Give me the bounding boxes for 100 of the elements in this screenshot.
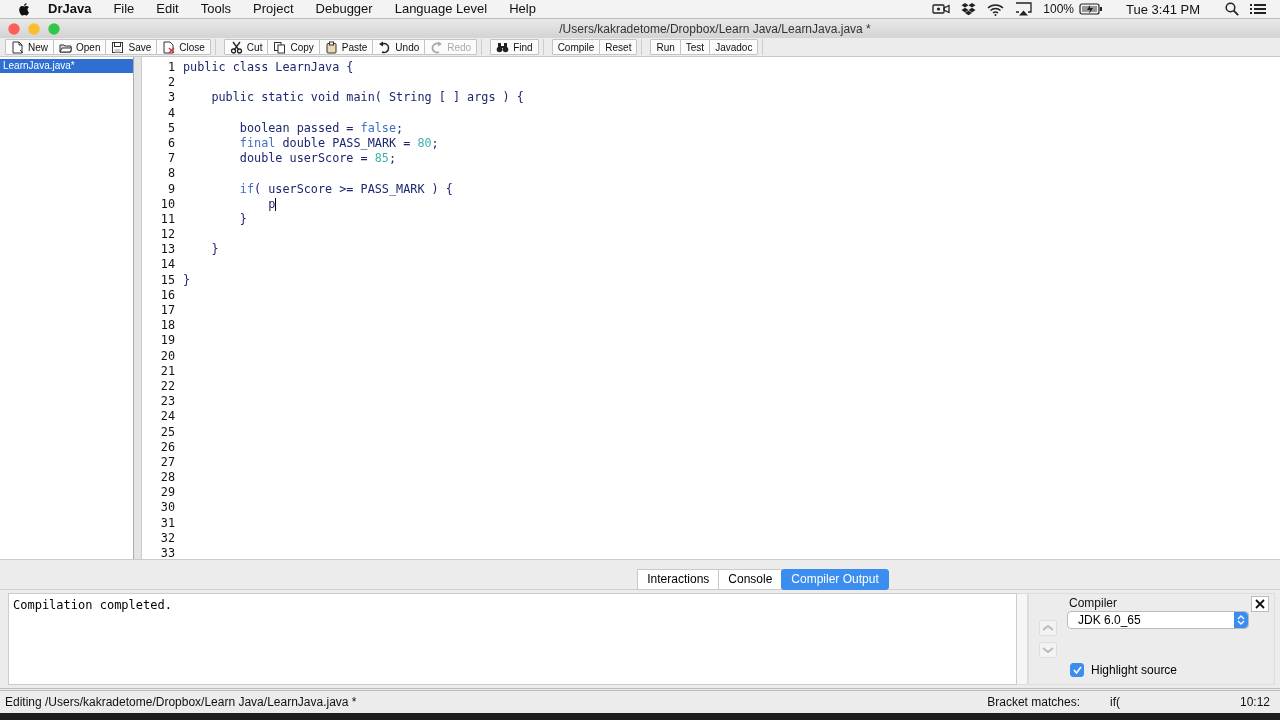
close-button[interactable]	[1251, 596, 1269, 612]
toolbar-button[interactable]: Run	[650, 39, 681, 55]
code-line: public class LearnJava {	[183, 60, 354, 76]
menu-item[interactable]: File	[102, 0, 146, 18]
line-number: 27	[159, 454, 176, 471]
clipboard-icon	[324, 40, 338, 54]
line-number: 28	[159, 470, 176, 486]
toolbar-button[interactable]: Compile	[551, 39, 601, 55]
line-number: 10	[159, 196, 176, 212]
redo-arrow-icon	[430, 40, 444, 54]
line-number: 21	[159, 363, 176, 379]
line-number: 32	[159, 530, 176, 546]
toolbar-button[interactable]: Paste	[318, 39, 374, 55]
code-line: boolean passed = false;	[238, 120, 404, 136]
line-number: 2	[166, 75, 176, 91]
line-number: 9	[166, 181, 176, 197]
line-number: 14	[159, 257, 176, 273]
file-list-item[interactable]: LearnJava.java*	[0, 59, 133, 73]
scrollbar-track[interactable]	[1017, 593, 1028, 685]
line-number: 20	[159, 348, 176, 364]
menu-item[interactable]: Help	[498, 0, 547, 18]
copy-icon	[273, 40, 287, 54]
line-number: 7	[166, 151, 176, 167]
list-icon[interactable]	[1250, 3, 1266, 15]
line-number: 22	[159, 378, 176, 395]
toolbar-button[interactable]: Close	[156, 39, 211, 55]
binoculars-icon	[496, 40, 510, 54]
undo-arrow-icon	[378, 40, 392, 54]
battery-percent: 100%	[1043, 2, 1075, 16]
menu-item[interactable]: Tools	[189, 0, 243, 18]
new-document-icon	[11, 40, 24, 54]
menu-item[interactable]: Project	[242, 0, 305, 18]
chevron-icon	[1042, 624, 1054, 632]
search-icon[interactable]	[1225, 2, 1239, 16]
document-x-icon	[162, 40, 176, 54]
scissors-icon	[229, 40, 243, 54]
code-line: if( userScore >= PASS_MARK ) {	[238, 181, 453, 197]
chevron-icon	[1042, 646, 1054, 654]
code-line: final double PASS_MARK = 80;	[238, 135, 439, 152]
toolbar-button[interactable]: Undo	[372, 39, 426, 55]
line-number: 13	[159, 242, 176, 258]
video-camera-icon[interactable]	[932, 3, 951, 15]
status-message: Editing /Users/kakradetome/Dropbox/Learn Java/LearnJava.java *	[5, 695, 358, 709]
toolbar-button[interactable]: New	[5, 39, 54, 55]
line-number: 33	[159, 546, 176, 559]
display-triangle-icon[interactable]	[1015, 2, 1033, 16]
line-number: 30	[159, 500, 176, 516]
line-number: 29	[159, 485, 176, 501]
menu-item[interactable]: Language Level	[383, 0, 499, 18]
compiler-dropdown[interactable]: JDK 6.0_65	[1067, 611, 1249, 629]
toolbar-button[interactable]: Cut	[223, 39, 269, 55]
checkbox-label: Highlight source	[1091, 663, 1178, 677]
checkmark-icon	[1072, 666, 1082, 674]
app-menu[interactable]: DrJava	[30, 0, 103, 18]
menu-item[interactable]: Debugger	[304, 0, 384, 18]
menu-bar-clock[interactable]: Tue 3:41 PM	[1126, 1, 1200, 17]
menu-item[interactable]: Edit	[145, 0, 190, 18]
compiler-output-text: Compilation completed.	[13, 598, 172, 612]
line-number: 31	[159, 515, 176, 531]
box-stack-icon[interactable]	[961, 2, 977, 16]
bracket-matches-label: Bracket matches:	[987, 695, 1080, 709]
line-number: 12	[159, 227, 176, 243]
line-number: 6	[166, 135, 176, 152]
panel-tab[interactable]: Console	[718, 569, 783, 590]
line-number: 17	[159, 303, 176, 319]
apple-logo-icon[interactable]	[18, 2, 30, 16]
line-number: 1	[166, 60, 176, 76]
code-line: }	[210, 242, 219, 258]
highlight-source-checkbox[interactable]	[1070, 663, 1084, 677]
line-number: 8	[166, 166, 176, 182]
line-number: 5	[166, 120, 176, 136]
bracket-match-text: if(	[1109, 695, 1120, 709]
toolbar-button[interactable]: Reset	[599, 39, 638, 55]
code-line: }	[238, 211, 247, 228]
panel-tab[interactable]: Interactions	[637, 569, 720, 590]
line-number: 18	[159, 318, 176, 334]
compiler-label: Compiler	[1069, 596, 1118, 610]
cursor-position: 10:12	[1239, 695, 1270, 709]
line-number: 19	[159, 333, 176, 349]
line-number: 24	[159, 409, 176, 425]
line-number: 23	[159, 394, 176, 410]
code-line: public static void main( String [ ] args ) {	[210, 90, 524, 106]
line-number: 11	[159, 211, 176, 228]
line-number: 16	[159, 287, 176, 303]
code-line: p	[267, 196, 277, 212]
wifi-icon[interactable]	[987, 2, 1005, 16]
battery-icon[interactable]	[1079, 3, 1104, 15]
code-line: double userScore = 85;	[238, 151, 397, 167]
toolbar-button[interactable]: Find	[490, 39, 539, 55]
up-down-chevron-icon	[1237, 614, 1245, 626]
code-line: }	[183, 272, 191, 288]
line-number: 4	[166, 105, 176, 121]
toolbar-button[interactable]: Javadoc	[709, 39, 759, 55]
toolbar-button[interactable]: Save	[105, 39, 158, 55]
line-number: 15	[159, 272, 176, 288]
window-title: /Users/kakradetome/Dropbox/Learn Java/LearnJava.java *	[558, 21, 871, 36]
close-icon	[1255, 599, 1265, 609]
line-number: 26	[159, 439, 176, 455]
toolbar-button[interactable]: Open	[53, 39, 107, 55]
toolbar-button[interactable]: Copy	[267, 39, 320, 55]
